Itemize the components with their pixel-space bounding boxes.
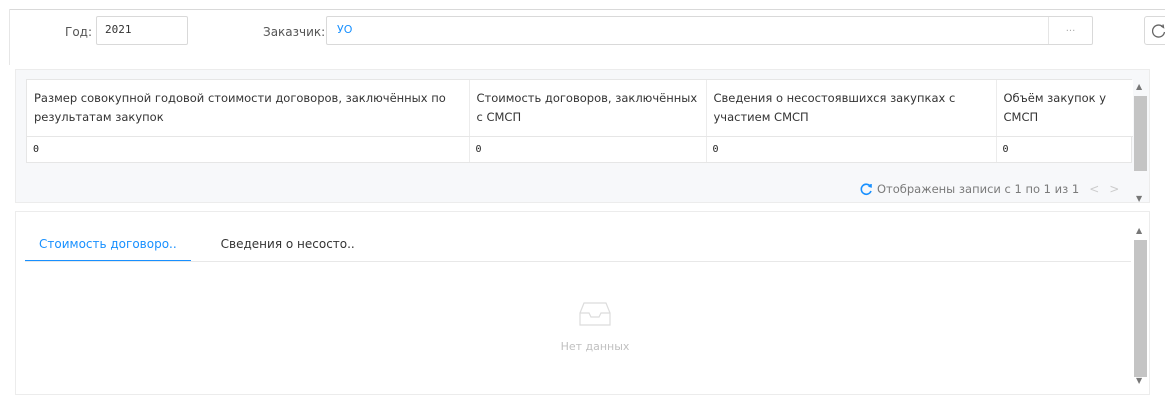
- tabs-divider: [25, 261, 1131, 262]
- inbox-icon: [579, 302, 611, 326]
- tab-contract-cost[interactable]: Стоимость договоро..: [25, 230, 191, 262]
- table-cell: 0: [1002, 143, 1009, 155]
- refresh-button[interactable]: [1144, 16, 1165, 45]
- scroll-up-icon[interactable]: ▲: [1136, 227, 1142, 235]
- table-row[interactable]: 0 0 0 0: [27, 136, 1133, 162]
- scrollbar-thumb[interactable]: [1134, 240, 1147, 377]
- scroll-down-icon[interactable]: ▼: [1136, 377, 1142, 385]
- scrollbar-thumb[interactable]: [1134, 96, 1147, 171]
- customer-label: Заказчик:: [263, 25, 326, 39]
- left-divider: [9, 9, 10, 65]
- year-input[interactable]: 2021: [96, 16, 188, 45]
- customer-picker-button[interactable]: ...: [1048, 17, 1092, 44]
- summary-table: Размер совокупной годовой стоимости дого…: [26, 79, 1133, 163]
- column-header[interactable]: Объём закупок у СМСП: [996, 80, 1133, 137]
- refresh-icon: [1152, 24, 1165, 38]
- refresh-icon[interactable]: [860, 182, 873, 196]
- table-header-row: Размер совокупной годовой стоимости дого…: [27, 80, 1133, 137]
- pagination: Отображены записи с 1 по 1 из 1 < >: [860, 182, 1119, 196]
- table-cell: 0: [469, 136, 707, 162]
- column-header[interactable]: Размер совокупной годовой стоимости дого…: [27, 80, 470, 137]
- table-cell: 0: [706, 136, 997, 162]
- column-header[interactable]: Сведения о несостоявшихся закупках с уча…: [706, 80, 997, 137]
- next-page-button[interactable]: >: [1109, 182, 1119, 196]
- details-scrollbar[interactable]: ▲ ▼: [1133, 223, 1148, 391]
- details-tabs: Стоимость договоро.. Сведения о несосто.…: [25, 230, 369, 262]
- top-divider: [9, 9, 1165, 10]
- empty-text: Нет данных: [560, 340, 630, 353]
- customer-input[interactable]: УО: [326, 16, 1093, 45]
- customer-value: УО: [337, 23, 353, 36]
- scroll-up-icon[interactable]: ▲: [1136, 83, 1142, 91]
- summary-scrollbar[interactable]: ▲ ▼: [1133, 79, 1148, 203]
- tab-failed-purchases[interactable]: Сведения о несосто..: [207, 230, 369, 262]
- prev-page-button[interactable]: <: [1089, 182, 1099, 196]
- pagination-text: Отображены записи с 1 по 1 из 1: [877, 182, 1080, 196]
- empty-state: Нет данных: [520, 300, 670, 353]
- column-header[interactable]: Стоимость договоров, заключённых с СМСП: [469, 80, 707, 137]
- year-label: Год:: [65, 25, 92, 39]
- table-cell: 0: [27, 136, 470, 162]
- scroll-down-icon[interactable]: ▼: [1136, 195, 1142, 203]
